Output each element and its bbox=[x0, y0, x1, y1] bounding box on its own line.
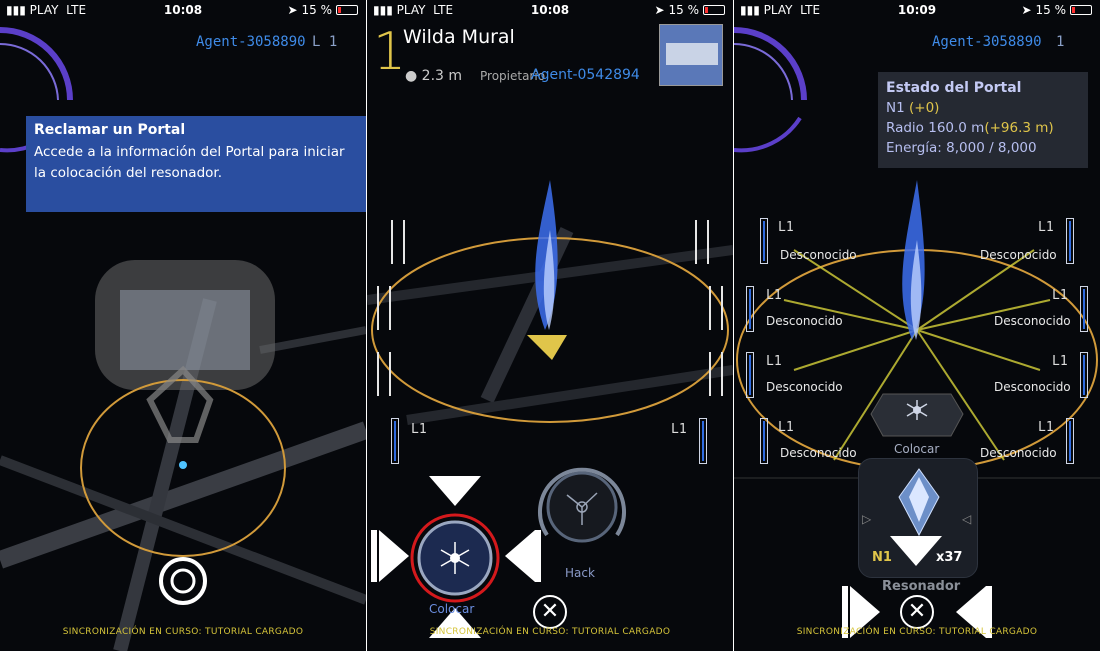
resonator-level-label: L1 bbox=[671, 422, 687, 437]
sync-status: SINCRONIZACIÓN EN CURSO: TUTORIAL CARGAD… bbox=[796, 627, 1038, 637]
sync-status: SINCRONIZACIÓN EN CURSO: TUTORIAL CARGAD… bbox=[429, 627, 671, 637]
resonator-energy-bar bbox=[760, 418, 768, 464]
resonator-energy-bar bbox=[746, 286, 754, 332]
screen-claim-portal: ▮▮▮ PLAY LTE 10:08 ➤ 15 % Agent-3058890 L… bbox=[0, 0, 366, 651]
resonator-level-label: L1 bbox=[1052, 354, 1068, 369]
deploy-button[interactable] bbox=[869, 392, 965, 438]
agent-level: 1 bbox=[1056, 34, 1065, 50]
sync-status: SINCRONIZACIÓN EN CURSO: TUTORIAL CARGAD… bbox=[62, 627, 304, 637]
location-arrow-icon: ➤ bbox=[287, 3, 298, 17]
resonator-owner-label[interactable]: Desconocido bbox=[980, 446, 1057, 460]
battery-status: ➤ 15 % bbox=[654, 3, 725, 17]
hack-button[interactable] bbox=[527, 455, 637, 565]
resonator-slot-empty[interactable] bbox=[377, 352, 391, 396]
location-arrow-icon: ➤ bbox=[1021, 3, 1032, 17]
tooltip-title: Reclamar un Portal bbox=[34, 122, 186, 138]
resonator-level-label: L1 bbox=[1038, 220, 1054, 235]
portal-photo[interactable] bbox=[659, 24, 723, 86]
resonator-energy-bar bbox=[1066, 218, 1074, 264]
resonator-owner-label[interactable]: Desconocido bbox=[780, 248, 857, 262]
resonator-level-label: L1 bbox=[778, 220, 794, 235]
battery-status: ➤ 15 % bbox=[1021, 3, 1092, 17]
resonator-level-label: L1 bbox=[1038, 420, 1054, 435]
resonator-slot-empty[interactable] bbox=[391, 220, 405, 264]
portal-name: Wilda Mural bbox=[403, 26, 515, 48]
portal-status-panel: Estado del Portal N1 (+0) Radio 160.0 m(… bbox=[878, 72, 1088, 168]
battery-status: ➤ 15 % bbox=[287, 3, 358, 17]
location-arrow-icon: ➤ bbox=[654, 3, 665, 17]
close-button[interactable]: ✕ bbox=[533, 595, 567, 629]
resonator-owner-label[interactable]: Desconocido bbox=[994, 314, 1071, 328]
prev-item-arrow[interactable]: ▷ bbox=[862, 512, 871, 526]
resonator-energy-bar bbox=[1080, 286, 1088, 332]
battery-icon bbox=[336, 5, 358, 15]
resonator-energy-bar bbox=[760, 218, 768, 264]
portal-status-energy: Energía: 8,000 / 8,000 bbox=[886, 140, 1037, 156]
item-name: Resonador bbox=[882, 579, 961, 594]
status-bar: ▮▮▮ PLAY LTE 10:09 ➤ 15 % bbox=[734, 0, 1100, 22]
status-bar: ▮▮▮ PLAY LTE 10:08 ➤ 15 % bbox=[0, 0, 366, 22]
resonator-slot-empty[interactable] bbox=[695, 220, 709, 264]
resonator-slot-empty[interactable] bbox=[377, 286, 391, 330]
battery-icon bbox=[703, 5, 725, 15]
agent-level: L 1 bbox=[312, 34, 338, 50]
portal-distance: ● 2.3 m bbox=[405, 68, 463, 84]
hack-label: Hack bbox=[565, 566, 595, 580]
deploy-label: Colocar bbox=[894, 442, 940, 456]
resonator-owner-label[interactable]: Desconocido bbox=[766, 314, 843, 328]
resonator-slot-empty[interactable] bbox=[709, 286, 723, 330]
next-item-arrow[interactable]: ◁ bbox=[962, 512, 971, 526]
map-background bbox=[0, 27, 366, 651]
resonator-icon bbox=[898, 468, 940, 537]
portal-owner[interactable]: Agent-0542894 bbox=[531, 67, 640, 83]
resonator-level-label: L1 bbox=[766, 354, 782, 369]
resonator-level-label: L1 bbox=[766, 288, 782, 303]
item-level: N1 bbox=[872, 550, 892, 565]
tutorial-arrow-down bbox=[429, 476, 481, 506]
portal-status-level: N1 (+0) bbox=[886, 100, 940, 116]
portal-status-radius: Radio 160.0 m(+96.3 m) bbox=[886, 120, 1054, 136]
resonator-energy-bar bbox=[1080, 352, 1088, 398]
tutorial-arrow-bar bbox=[371, 530, 377, 582]
portal-level: 1 bbox=[373, 22, 407, 82]
agent-name: Agent-3058890 bbox=[932, 34, 1042, 50]
resonator-level-label: L1 bbox=[1052, 288, 1068, 303]
portal-status-title: Estado del Portal bbox=[886, 80, 1022, 96]
tutorial-arrow-right bbox=[379, 530, 409, 582]
resonator-owner-label[interactable]: Desconocido bbox=[980, 248, 1057, 262]
resonator-energy-bar bbox=[1066, 418, 1074, 464]
tooltip-body: Accede a la información del Portal para … bbox=[34, 144, 345, 181]
distance-icon: ● bbox=[405, 68, 418, 84]
resonator-energy-bar bbox=[746, 352, 754, 398]
resonator-slot-empty[interactable] bbox=[709, 352, 723, 396]
deploy-button[interactable] bbox=[409, 512, 501, 604]
resonator-owner-label[interactable]: Desconocido bbox=[994, 380, 1071, 394]
resonator-owner-label[interactable]: Desconocido bbox=[780, 446, 857, 460]
status-bar: ▮▮▮ PLAY LTE 10:08 ➤ 15 % bbox=[367, 0, 733, 22]
resonator-energy-bar bbox=[699, 418, 707, 464]
tutorial-tooltip: Reclamar un Portal Accede a la informaci… bbox=[26, 116, 366, 212]
resonator-owner-label[interactable]: Desconocido bbox=[766, 380, 843, 394]
tutorial-arrow-down bbox=[890, 536, 942, 566]
resonator-level-label: L1 bbox=[411, 422, 427, 437]
screen-portal-view: ▮▮▮ PLAY LTE 10:08 ➤ 15 % 1 Wilda Mural ●… bbox=[367, 0, 733, 651]
resonator-energy-bar bbox=[391, 418, 399, 464]
battery-icon bbox=[1070, 5, 1092, 15]
close-button[interactable]: ✕ bbox=[900, 595, 934, 629]
deploy-label: Colocar bbox=[429, 602, 475, 616]
screen-deploy-resonator: ▮▮▮ PLAY LTE 10:09 ➤ 15 % Agent-3058890 1… bbox=[734, 0, 1100, 651]
agent-name: Agent-3058890 bbox=[196, 34, 306, 50]
scanner-menu-button[interactable] bbox=[157, 555, 209, 607]
resonator-level-label: L1 bbox=[778, 420, 794, 435]
